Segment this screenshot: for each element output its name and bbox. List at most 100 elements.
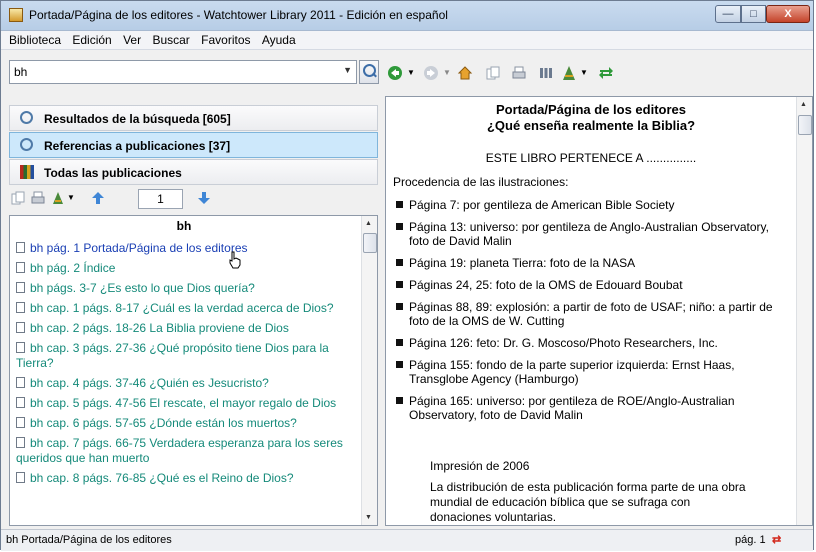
list-item-label: bh cap. 3 págs. 27-36 ¿Qué propósito tie… <box>16 341 329 370</box>
credit-item: Página 7: por gentileza de American Bibl… <box>396 198 781 212</box>
list-item[interactable]: bh cap. 3 págs. 27-36 ¿Qué propósito tie… <box>16 339 356 374</box>
title-bar[interactable]: Portada/Página de los editores - Watchto… <box>1 1 813 31</box>
nav-publication-refs[interactable]: Referencias a publicaciones [37] <box>9 132 378 158</box>
credits-list: Página 7: por gentileza de American Bibl… <box>396 198 781 430</box>
credit-item: Páginas 88, 89: explosión: a partir de f… <box>396 300 781 328</box>
back-arrow-icon[interactable] <box>387 65 403 81</box>
list-item[interactable]: bh pág. 1 Portada/Página de los editores <box>16 239 356 259</box>
home-icon[interactable] <box>457 65 473 81</box>
document-icon <box>16 397 25 408</box>
nav-publication-refs-label: Referencias a publicaciones [37] <box>44 139 231 153</box>
hand-cursor-icon <box>229 251 241 269</box>
credit-text: Página 165: universo: por gentileza de R… <box>409 394 735 422</box>
arrow-down-icon[interactable] <box>197 191 211 205</box>
forward-arrow-icon[interactable] <box>423 65 439 81</box>
books-icon <box>20 165 34 179</box>
left-toolbar: ▼ <box>9 184 378 214</box>
window-title: Portada/Página de los editores - Watchto… <box>29 8 448 22</box>
bullet-icon <box>396 339 403 346</box>
menu-biblioteca[interactable]: Biblioteca <box>5 31 65 49</box>
credit-text: Página 155: fondo de la parte superior i… <box>409 358 735 386</box>
list-item-label: bh cap. 2 págs. 18-26 La Biblia proviene… <box>30 321 289 335</box>
sync-icon[interactable] <box>598 65 614 81</box>
scroll-up-icon[interactable]: ▲ <box>365 220 372 227</box>
list-item[interactable]: bh cap. 2 págs. 18-26 La Biblia proviene… <box>16 319 356 339</box>
close-button[interactable]: X <box>766 5 810 23</box>
copy-icon[interactable] <box>485 65 501 81</box>
bullet-icon <box>396 397 403 404</box>
scroll-thumb[interactable] <box>798 115 812 135</box>
credit-text: Páginas 24, 25: foto de la OMS de Edouar… <box>409 278 683 292</box>
status-bar: bh Portada/Página de los editores pág. 1… <box>1 529 813 551</box>
credit-item: Páginas 24, 25: foto de la OMS de Edouar… <box>396 278 781 292</box>
page-number-input[interactable]: 1 <box>138 189 183 209</box>
nav-search-results-label: Resultados de la búsqueda [605] <box>44 112 231 126</box>
copy-icon[interactable] <box>11 191 25 205</box>
chevron-down-icon[interactable]: ▼ <box>407 68 415 77</box>
print-icon[interactable] <box>31 191 45 205</box>
menu-favoritos[interactable]: Favoritos <box>197 31 254 49</box>
list-item-label: bh cap. 4 págs. 37-46 ¿Quién es Jesucris… <box>30 376 269 390</box>
chevron-down-icon[interactable]: ▼ <box>343 65 352 75</box>
document-pane: Portada/Página de los editores ¿Qué ense… <box>385 96 813 526</box>
sync-icon[interactable]: ⇄ <box>772 533 781 546</box>
list-item[interactable]: bh págs. 3-7 ¿Es esto lo que Dios quería… <box>16 279 356 299</box>
list-item[interactable]: bh cap. 6 págs. 57-65 ¿Dónde están los m… <box>16 414 356 434</box>
distribution-note: La distribución de esta publicación form… <box>430 480 746 524</box>
list-item[interactable]: bh cap. 1 págs. 8-17 ¿Cuál es la verdad … <box>16 299 356 319</box>
credit-item: Página 13: universo: por gentileza de An… <box>396 220 781 248</box>
search-combo[interactable]: ▼ <box>9 60 357 84</box>
search-icon <box>20 111 33 124</box>
columns-icon[interactable] <box>538 65 554 81</box>
list-scrollbar[interactable]: ▲ ▼ <box>361 216 377 525</box>
document-icon <box>16 282 25 293</box>
bullet-icon <box>396 259 403 266</box>
nav-search-results[interactable]: Resultados de la búsqueda [605] <box>9 105 378 131</box>
bullet-icon <box>396 201 403 208</box>
chevron-down-icon[interactable]: ▼ <box>67 193 75 202</box>
search-input[interactable] <box>14 64 314 80</box>
search-icon <box>20 138 33 151</box>
credit-item: Página 19: planeta Tierra: foto de la NA… <box>396 256 781 270</box>
list-heading: bh <box>176 219 192 233</box>
scroll-up-icon[interactable]: ▲ <box>800 101 807 108</box>
list-item[interactable]: bh cap. 7 págs. 66-75 Verdadera esperanz… <box>16 434 356 469</box>
document-icon <box>16 322 25 333</box>
search-button[interactable] <box>359 60 379 84</box>
document-icon <box>16 262 25 273</box>
bullet-icon <box>396 223 403 230</box>
list-item-label: bh cap. 5 págs. 47-56 El rescate, el may… <box>30 396 337 410</box>
scroll-thumb[interactable] <box>363 233 377 253</box>
nav-all-publications[interactable]: Todas las publicaciones <box>9 159 378 185</box>
list-item-label: bh cap. 7 págs. 66-75 Verdadera esperanz… <box>16 436 343 465</box>
list-item-label: bh cap. 6 págs. 57-65 ¿Dónde están los m… <box>30 416 297 430</box>
owner-line: ESTE LIBRO PERTENECE A ............... <box>485 151 697 165</box>
main-window: Portada/Página de los editores - Watchto… <box>0 0 814 551</box>
bullet-icon <box>396 303 403 310</box>
maximize-button[interactable]: □ <box>741 5 766 23</box>
menu-ayuda[interactable]: Ayuda <box>258 31 300 49</box>
arrow-up-icon[interactable] <box>91 191 105 205</box>
scroll-down-icon[interactable]: ▼ <box>365 514 372 521</box>
print-icon[interactable] <box>511 65 527 81</box>
list-item[interactable]: bh cap. 8 págs. 76-85 ¿Qué es el Reino d… <box>16 469 356 489</box>
credit-text: Página 126: feto: Dr. G. Moscoso/Photo R… <box>409 336 718 350</box>
list-item[interactable]: bh cap. 4 págs. 37-46 ¿Quién es Jesucris… <box>16 374 356 394</box>
menu-edicion[interactable]: Edición <box>68 31 115 49</box>
chevron-down-icon[interactable]: ▼ <box>443 68 451 77</box>
minimize-button[interactable]: — <box>715 5 741 23</box>
status-page: pág. 1 <box>735 534 766 546</box>
menu-buscar[interactable]: Buscar <box>148 31 193 49</box>
list-item[interactable]: bh cap. 5 págs. 47-56 El rescate, el may… <box>16 394 356 414</box>
credit-item: Página 126: feto: Dr. G. Moscoso/Photo R… <box>396 336 781 350</box>
bullet-icon <box>396 281 403 288</box>
document-scrollbar[interactable]: ▲ <box>796 97 812 525</box>
menu-ver[interactable]: Ver <box>119 31 145 49</box>
illustrations-heading: Procedencia de las ilustraciones: <box>393 175 569 189</box>
document-icon <box>16 472 25 483</box>
document-icon <box>16 242 25 253</box>
highlight-icon[interactable] <box>561 65 577 81</box>
highlight-icon[interactable] <box>51 191 65 205</box>
list-item[interactable]: bh pág. 2 Índice <box>16 259 356 279</box>
chevron-down-icon[interactable]: ▼ <box>580 68 588 77</box>
